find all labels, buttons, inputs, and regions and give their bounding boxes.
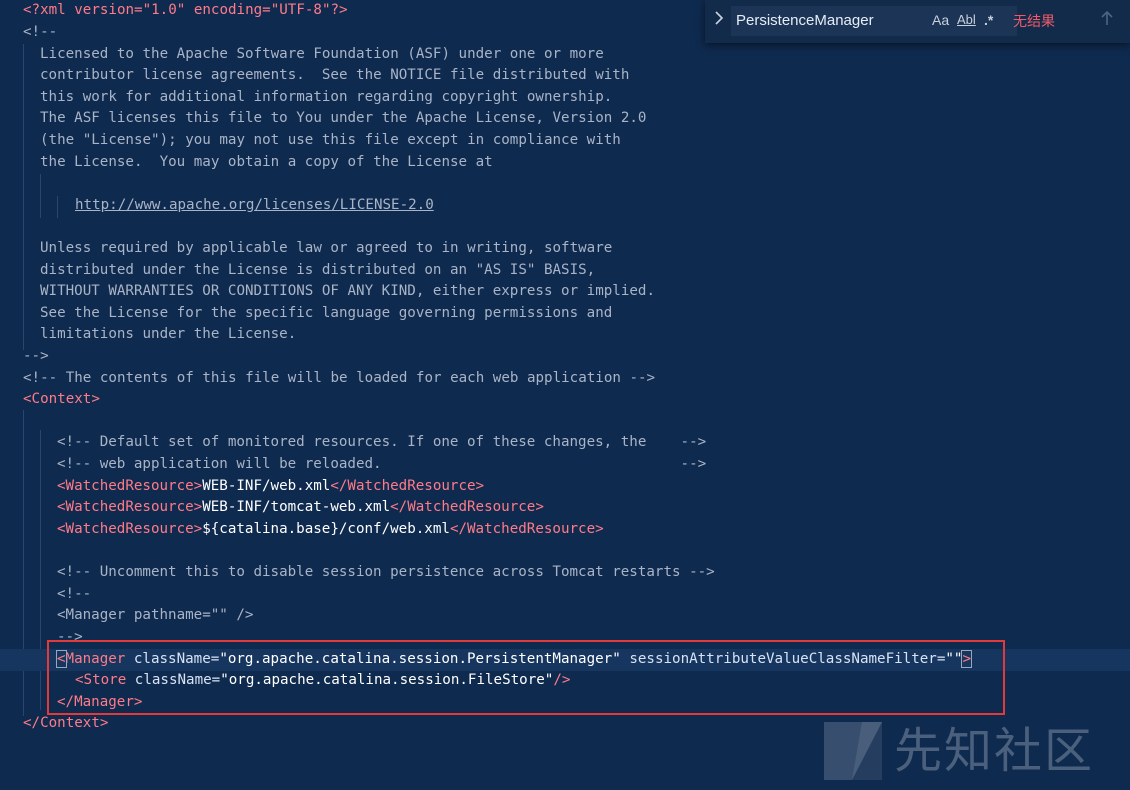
find-widget: PersistenceManager Aa Abl .* 无结果	[705, 0, 1130, 43]
code-line: distributed under the License is distrib…	[0, 260, 1130, 282]
license-comment-text: The ASF licenses this file to You under …	[40, 110, 647, 126]
license-comment-text: the License. You may obtain a copy of th…	[40, 154, 493, 170]
comment-text: <!-- The contents of this file will be l…	[23, 370, 656, 386]
code-line: Licensed to the Apache Software Foundati…	[0, 44, 1130, 66]
code-line: the License. You may obtain a copy of th…	[0, 152, 1130, 174]
code-line: See the License for the specific languag…	[0, 303, 1130, 325]
code-line: <WatchedResource>${catalina.base}/conf/w…	[0, 519, 1130, 541]
comment-text: <!-- Uncomment this to disable session p…	[57, 564, 715, 580]
watched-resource-close-tag: </WatchedResource>	[449, 521, 604, 537]
watched-resource-path: ${catalina.base}/conf/web.xml	[202, 521, 450, 537]
code-line: -->	[0, 346, 1130, 368]
code-editor[interactable]: <?xml version="1.0" encoding="UTF-8"?> <…	[0, 0, 1130, 790]
license-comment-text: Licensed to the Apache Software Foundati…	[40, 46, 604, 62]
code-line: Unless required by applicable law or agr…	[0, 238, 1130, 260]
code-line: http://www.apache.org/licenses/LICENSE-2…	[0, 195, 1130, 217]
watched-resource-element: <WatchedResource>WEB-INF/web.xml</Watche…	[57, 476, 484, 498]
code-line: <WatchedResource>WEB-INF/web.xml</Watche…	[0, 476, 1130, 498]
xml-declaration: <?xml version="1.0" encoding="UTF-8"?>	[23, 2, 348, 18]
arrow-up-icon[interactable]	[1101, 10, 1113, 32]
watched-resource-element: <WatchedResource>WEB-INF/tomcat-web.xml<…	[57, 497, 544, 519]
match-case-toggle[interactable]: Aa	[932, 10, 949, 30]
code-line: contributor license agreements. See the …	[0, 65, 1130, 87]
license-comment-text: contributor license agreements. See the …	[40, 67, 630, 83]
watermark-logo-icon	[824, 722, 882, 780]
comment-text: <!-- web application will be reloaded. -…	[57, 456, 707, 472]
license-comment-text: WITHOUT WARRANTIES OR CONDITIONS OF ANY …	[40, 283, 655, 299]
code-line: WITHOUT WARRANTIES OR CONDITIONS OF ANY …	[0, 281, 1130, 303]
license-comment-text: (the "License"); you may not use this fi…	[40, 132, 621, 148]
regex-toggle[interactable]: .*	[984, 10, 993, 30]
comment-open: <!--	[23, 24, 58, 40]
watermark-text: 先知社区	[894, 723, 1095, 779]
comment-text: <!-- Default set of monitored resources.…	[57, 434, 707, 450]
watched-resource-close-tag: </WatchedResource>	[390, 499, 544, 515]
license-comment-text: limitations under the License.	[40, 326, 297, 342]
code-line: <!-- The contents of this file will be l…	[0, 368, 1130, 390]
whole-word-toggle[interactable]: Abl	[957, 10, 976, 30]
comment-close: -->	[23, 348, 49, 364]
code-line: <WatchedResource>WEB-INF/tomcat-web.xml<…	[0, 497, 1130, 519]
find-input-value: PersistenceManager	[736, 12, 874, 29]
watched-resource-path: WEB-INF/tomcat-web.xml	[202, 499, 391, 515]
code-line: <!-- Uncomment this to disable session p…	[0, 562, 1130, 584]
code-line: (the "License"); you may not use this fi…	[0, 130, 1130, 152]
code-line: The ASF licenses this file to You under …	[0, 108, 1130, 130]
annotation-highlight-box	[47, 640, 1005, 715]
watched-resource-open-tag: <WatchedResource>	[57, 478, 203, 494]
watched-resource-close-tag: </WatchedResource>	[330, 478, 485, 494]
license-url-link[interactable]: http://www.apache.org/licenses/LICENSE-2…	[75, 195, 434, 217]
context-open-tag: <Context>	[23, 391, 100, 407]
license-comment-text: Unless required by applicable law or agr…	[40, 240, 613, 256]
watermark: 先知社区	[822, 716, 1122, 786]
commented-manager-tag: <Manager pathname="" />	[57, 607, 254, 623]
chevron-right-icon[interactable]	[711, 11, 727, 31]
watched-resource-element: <WatchedResource>${catalina.base}/conf/w…	[57, 519, 604, 541]
watched-resource-open-tag: <WatchedResource>	[57, 499, 203, 515]
code-line: <Context>	[0, 389, 1130, 411]
code-line: <!-- Default set of monitored resources.…	[0, 432, 1130, 454]
license-comment-text: this work for additional information reg…	[40, 89, 613, 105]
license-comment-text: See the License for the specific languag…	[40, 305, 613, 321]
code-line: this work for additional information reg…	[0, 87, 1130, 109]
code-line: limitations under the License.	[0, 324, 1130, 346]
watched-resource-open-tag: <WatchedResource>	[57, 521, 203, 537]
code-line: <!--	[0, 584, 1130, 606]
find-result-status: 无结果	[1013, 13, 1055, 29]
watched-resource-path: WEB-INF/web.xml	[202, 478, 331, 494]
comment-open: <!--	[57, 586, 92, 602]
code-line: <!-- web application will be reloaded. -…	[0, 454, 1130, 476]
context-close-tag: </Context>	[23, 715, 109, 731]
license-comment-text: distributed under the License is distrib…	[40, 262, 596, 278]
code-line: <Manager pathname="" />	[0, 605, 1130, 627]
